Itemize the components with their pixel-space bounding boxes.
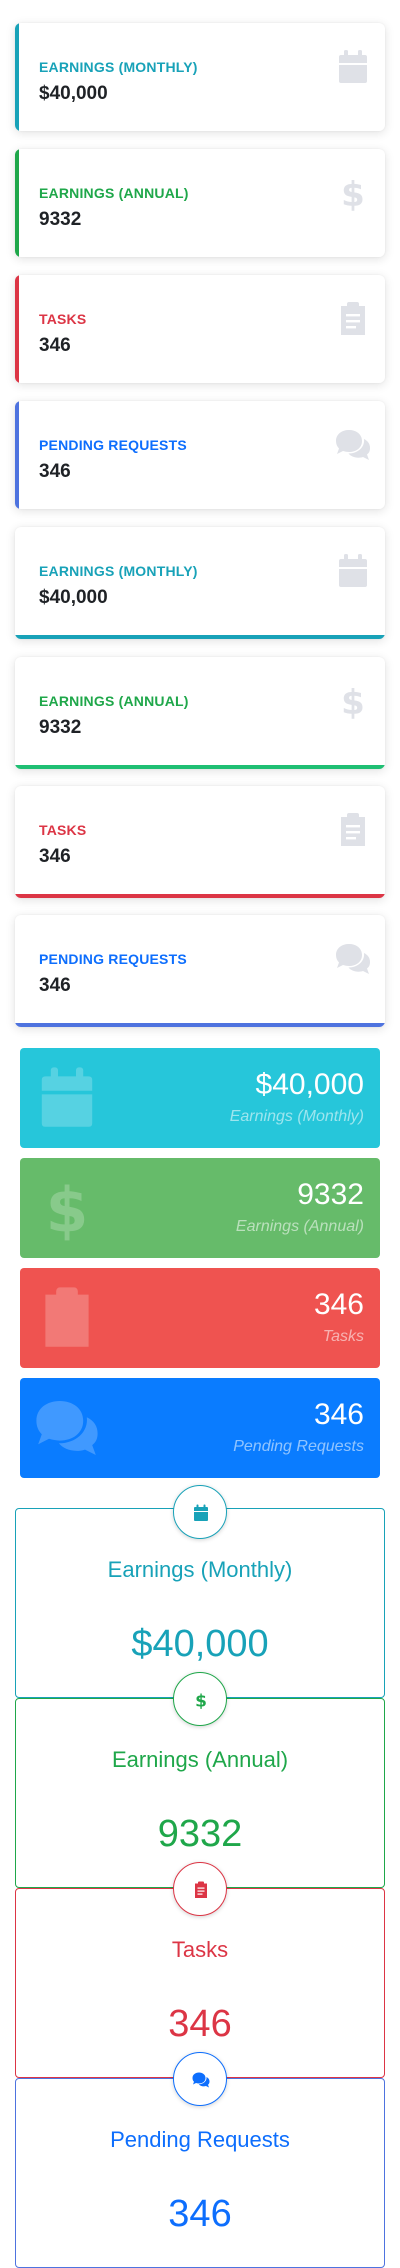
tile-earnings-annual: 9332 Earnings (Annual) [20,1158,380,1258]
outlined-card-pending-requests: Pending Requests 346 [15,2078,385,2268]
card-label: TASKS [39,822,87,838]
card-value: 346 [39,335,71,356]
card-accent-bar [15,765,385,769]
card-label: PENDING REQUESTS [39,437,187,453]
clipboard-icon [191,1880,211,1900]
calendar-icon [30,1062,104,1134]
card-label: EARNINGS (ANNUAL) [39,185,189,201]
dollar-icon [191,1690,211,1710]
dollar-icon [333,173,373,213]
tile-label: Tasks [322,1328,364,1345]
stat-card-tasks: TASKS 346 [15,275,385,383]
card-value: 9332 [39,209,82,230]
card-accent-bar [15,23,19,131]
card-value: 346 [168,2003,232,2045]
card-value: 9332 [39,717,82,738]
tile-value: 9332 [297,1178,364,1211]
card-value: 9332 [157,1813,243,1855]
card-label: TASKS [39,311,87,327]
card-accent-bar [15,401,19,509]
card-value: 346 [39,975,71,996]
tile-label: Pending Requests [233,1438,364,1455]
card-value: 346 [39,846,71,867]
card-value: $40,000 [39,587,108,608]
card-value: $40,000 [39,83,108,104]
comments-icon [191,2070,211,2090]
clipboard-badge [173,1862,227,1916]
card-accent-bar [15,1023,385,1027]
calendar-icon [333,551,373,591]
tile-tasks: 346 Tasks [20,1268,380,1368]
card-title: Earnings (Annual) [111,1747,289,1772]
calendar-icon [333,47,373,87]
card-accent-bar [15,149,19,257]
card-label: EARNINGS (MONTHLY) [39,59,198,75]
comments-icon [30,1392,104,1464]
tile-pending-requests: 346 Pending Requests [20,1378,380,1478]
card-value: 346 [168,2193,232,2235]
tile-value: 346 [313,1398,364,1431]
clipboard-icon [333,299,373,339]
card-title: Tasks [171,1937,229,1962]
stat-card-pending-requests-alt: PENDING REQUESTS 346 [15,915,385,1027]
calendar-badge [173,1485,227,1539]
card-label: EARNINGS (ANNUAL) [39,693,189,709]
card-accent-bar [15,275,19,383]
stat-card-earnings-monthly-alt: EARNINGS (MONTHLY) $40,000 [15,527,385,639]
card-value: 346 [39,461,71,482]
clipboard-icon [333,810,373,850]
stat-card-earnings-monthly: EARNINGS (MONTHLY) $40,000 [15,23,385,131]
comments-icon [333,939,373,979]
card-accent-bar [15,635,385,639]
tile-label: Earnings (Monthly) [229,1108,364,1125]
stat-card-earnings-annual: EARNINGS (ANNUAL) 9332 [15,149,385,257]
stat-card-tasks-alt: TASKS 346 [15,786,385,898]
dollar-badge [173,1672,227,1726]
tile-value: 346 [313,1288,364,1321]
outlined-card-tasks: Tasks 346 [15,1888,385,2078]
calendar-icon [191,1503,211,1523]
stat-card-earnings-annual-alt: EARNINGS (ANNUAL) 9332 [15,657,385,769]
comments-badge [173,2052,227,2106]
dollar-icon [30,1172,104,1244]
card-accent-bar [15,894,385,898]
comments-icon [333,425,373,465]
card-title: Pending Requests [110,2127,290,2152]
outlined-card-earnings-annual: Earnings (Annual) 9332 [15,1698,385,1888]
card-value: $40,000 [131,1623,269,1665]
card-label: PENDING REQUESTS [39,951,187,967]
tile-label: Earnings (Annual) [235,1218,364,1235]
tile-value: $40,000 [255,1068,364,1101]
stat-card-pending-requests: PENDING REQUESTS 346 [15,401,385,509]
dollar-icon [333,681,373,721]
card-label: EARNINGS (MONTHLY) [39,563,198,579]
tile-earnings-monthly: $40,000 Earnings (Monthly) [20,1048,380,1148]
clipboard-icon [30,1282,104,1354]
card-title: Earnings (Monthly) [107,1557,293,1582]
